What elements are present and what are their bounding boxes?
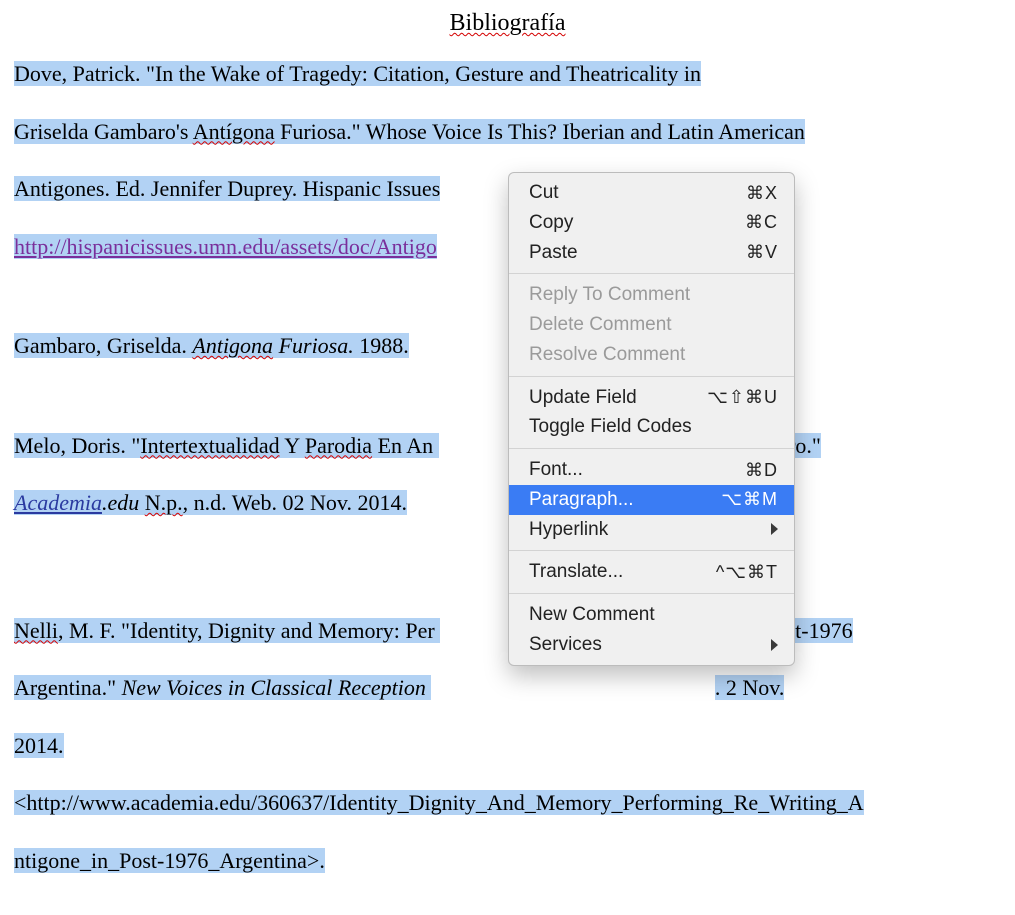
menu-label: Hyperlink	[529, 518, 608, 542]
text: Academia.edu N.p., n.d. Web. 02 Nov. 201…	[14, 490, 407, 515]
text: Argentina."	[14, 675, 116, 700]
text: Griselda Gambaro's Antígona Furiosa." Wh…	[14, 119, 805, 144]
title-text: Bibliografía	[450, 10, 566, 36]
menu-shortcut: ^⌥⌘T	[708, 561, 778, 584]
chevron-right-icon	[771, 523, 778, 535]
menu-item-copy[interactable]: Copy ⌘C	[509, 208, 794, 238]
text: New Voices in Classical Reception	[116, 675, 431, 700]
text: Y	[280, 433, 305, 458]
context-menu[interactable]: Cut ⌘X Copy ⌘C Paste ⌘V Reply To Comment…	[508, 172, 795, 666]
hyperlink-text[interactable]: http://hispanicissues.umn.edu/assets/doc…	[14, 234, 437, 259]
menu-label: Font...	[529, 458, 583, 482]
bib-entry-nelli: Argentina." New Voices in Classical Rece…	[14, 674, 1001, 702]
text: Furiosa.	[273, 333, 354, 358]
text: Melo, Doris. "	[14, 433, 140, 458]
text: Argentina." New Voices in Classical Rece…	[14, 675, 431, 700]
menu-item-services[interactable]: Services	[509, 630, 794, 660]
menu-label: New Comment	[529, 603, 655, 627]
bib-entry-dove: Griselda Gambaro's Antígona Furiosa." Wh…	[14, 118, 1001, 146]
menu-shortcut: ⌥⌘M	[713, 488, 778, 511]
menu-item-resolve-comment: Resolve Comment	[509, 340, 794, 370]
text: 1988.	[354, 333, 409, 358]
menu-item-new-comment[interactable]: New Comment	[509, 600, 794, 630]
menu-item-translate[interactable]: Translate... ^⌥⌘T	[509, 557, 794, 587]
menu-label: Delete Comment	[529, 313, 672, 337]
page-title: Bibliografía	[14, 8, 1001, 38]
menu-shortcut: ⌘V	[738, 241, 778, 264]
menu-item-paragraph[interactable]: Paragraph... ⌥⌘M	[509, 485, 794, 515]
menu-item-toggle-field-codes[interactable]: Toggle Field Codes	[509, 412, 794, 442]
text: . 2 Nov.	[715, 675, 784, 700]
text: <http://www.academia.edu/360637/Identity…	[14, 790, 864, 815]
text: , M. F. "Identity, Dignity and Memory: P…	[58, 618, 435, 643]
menu-item-hyperlink[interactable]: Hyperlink	[509, 515, 794, 545]
text: Parodia	[305, 433, 372, 458]
menu-label: Reply To Comment	[529, 283, 690, 307]
hyperlink-text[interactable]: Academia	[14, 490, 102, 515]
text: Furiosa." Whose Voice Is This? Iberian a…	[275, 119, 805, 144]
menu-shortcut: ⌥⇧⌘U	[699, 386, 778, 409]
text: Melo, Doris. "Intertextualidad Y Parodia…	[14, 433, 439, 458]
menu-item-cut[interactable]: Cut ⌘X	[509, 178, 794, 208]
menu-separator	[509, 593, 794, 594]
menu-label: Toggle Field Codes	[529, 415, 692, 439]
text: Intertextualidad	[140, 433, 279, 458]
menu-label: Services	[529, 633, 602, 657]
menu-label: Copy	[529, 211, 573, 235]
text: Antígona	[193, 119, 275, 144]
text: Antigones. Ed. Jennifer Duprey. Hispanic…	[14, 176, 440, 201]
text: Dove, Patrick. "In the Wake of Tragedy: …	[14, 61, 701, 86]
text: N.p.	[145, 490, 183, 515]
menu-item-delete-comment: Delete Comment	[509, 310, 794, 340]
menu-separator	[509, 376, 794, 377]
menu-separator	[509, 448, 794, 449]
menu-item-font[interactable]: Font... ⌘D	[509, 455, 794, 485]
menu-label: Resolve Comment	[529, 343, 685, 367]
bib-entry-dove: Dove, Patrick. "In the Wake of Tragedy: …	[14, 60, 1001, 88]
bib-entry-nelli: 2014.	[14, 732, 1001, 760]
menu-label: Paragraph...	[529, 488, 634, 512]
menu-item-paste[interactable]: Paste ⌘V	[509, 238, 794, 268]
text: Gambaro, Griselda. Antigona Furiosa. 198…	[14, 333, 409, 358]
menu-label: Paste	[529, 241, 578, 265]
text: Nelli	[14, 618, 58, 643]
text: ntigone_in_Post-1976_Argentina>.	[14, 848, 325, 873]
text: Griselda Gambaro's	[14, 119, 193, 144]
bib-entry-nelli-url: ntigone_in_Post-1976_Argentina>.	[14, 847, 1001, 875]
bib-entry-nelli-url: <http://www.academia.edu/360637/Identity…	[14, 789, 1001, 817]
text: , n.d. Web. 02 Nov. 2014.	[183, 490, 407, 515]
menu-shortcut: ⌘X	[738, 182, 778, 205]
text: Antigona	[192, 333, 273, 358]
text: Nelli, M. F. "Identity, Dignity and Memo…	[14, 618, 440, 643]
menu-label: Cut	[529, 181, 559, 205]
chevron-right-icon	[771, 639, 778, 651]
menu-item-reply-comment: Reply To Comment	[509, 280, 794, 310]
menu-shortcut: ⌘D	[737, 459, 778, 482]
menu-shortcut: ⌘C	[737, 211, 778, 234]
menu-separator	[509, 550, 794, 551]
document-page[interactable]: Bibliografía Dove, Patrick. "In the Wake…	[0, 0, 1015, 915]
menu-label: Translate...	[529, 560, 623, 584]
text: Gambaro, Griselda.	[14, 333, 192, 358]
text: En An	[372, 433, 433, 458]
text: .edu	[102, 490, 139, 515]
menu-label: Update Field	[529, 386, 637, 410]
menu-separator	[509, 273, 794, 274]
text: 2014.	[14, 733, 64, 758]
menu-item-update-field[interactable]: Update Field ⌥⇧⌘U	[509, 383, 794, 413]
